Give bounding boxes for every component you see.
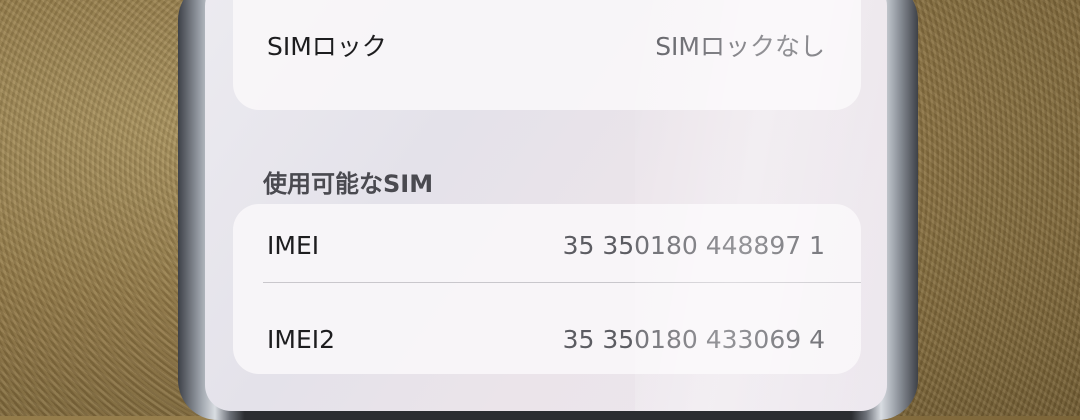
row-divider [263, 282, 861, 283]
imei-card: IMEI 35 350180 448897 1 IMEI2 35 350180 … [233, 204, 861, 374]
imei-label: IMEI [267, 230, 320, 260]
available-sim-header: 使用可能なSIM [263, 170, 434, 198]
sim-lock-label: SIMロック [267, 32, 387, 61]
sim-lock-row[interactable]: SIMロック SIMロックなし [233, 15, 861, 75]
settings-screen: SIMロック SIMロックなし 使用可能なSIM IMEI 35 350180 … [205, 0, 887, 411]
imei-value: 35 350180 448897 1 [562, 230, 825, 260]
sim-lock-value: SIMロックなし [655, 32, 825, 61]
imei-row[interactable]: IMEI 35 350180 448897 1 [233, 215, 861, 275]
imei2-label: IMEI2 [267, 324, 336, 354]
imei2-row[interactable]: IMEI2 35 350180 433069 4 [233, 309, 861, 369]
sim-lock-card: SIMロック SIMロックなし [233, 0, 861, 110]
imei2-value: 35 350180 433069 4 [562, 324, 825, 354]
